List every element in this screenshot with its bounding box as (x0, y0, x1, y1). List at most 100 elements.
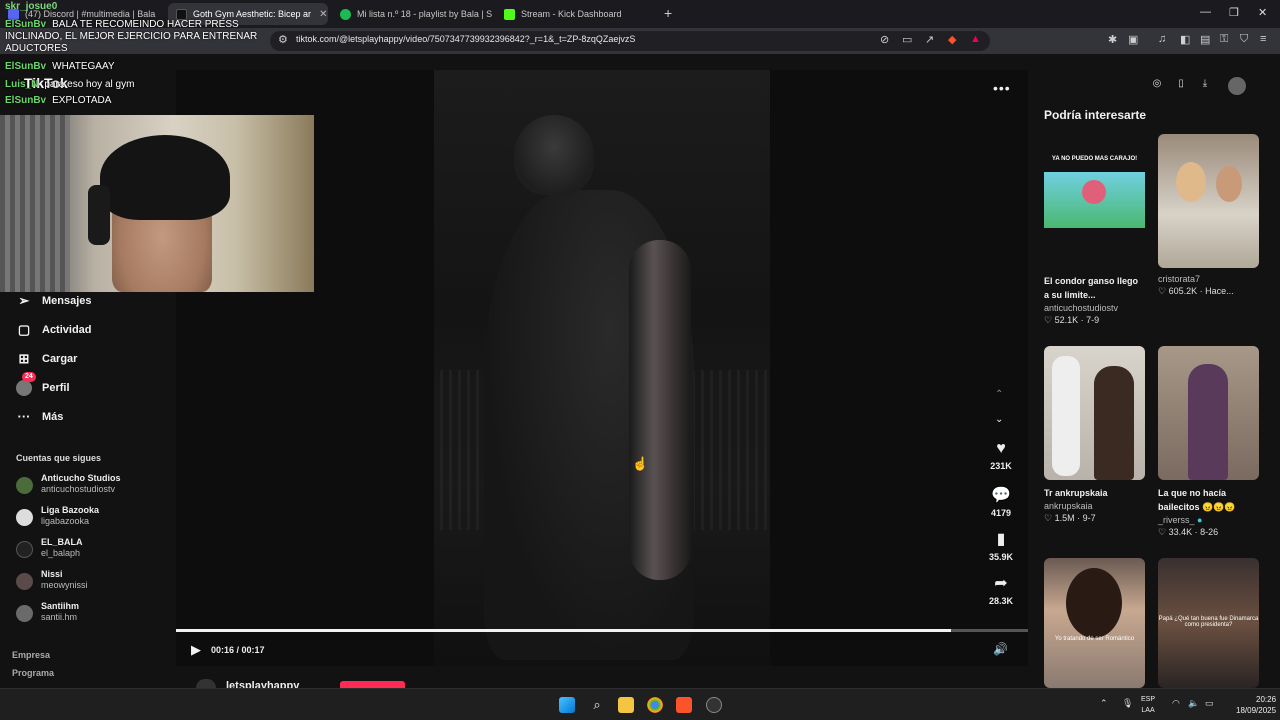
tab-spotify[interactable]: Mi lista n.º 18 - playlist by Bala | Spo… (332, 3, 492, 25)
language-code: ESP (1141, 696, 1156, 703)
nav-label: Actividad (42, 324, 92, 336)
chevron-up-tray-icon[interactable]: ⌃ (1100, 698, 1108, 709)
thumbnail (1158, 134, 1259, 268)
footer-link-programa[interactable]: Programa (12, 668, 54, 678)
maximize-button[interactable]: ❐ (1229, 6, 1239, 19)
avatar (16, 541, 33, 558)
tab-label: Stream - Kick Dashboard (521, 9, 622, 19)
nav-upload[interactable]: ⊞ Cargar (16, 348, 78, 370)
wallet-icon[interactable]: ▤ (1200, 33, 1210, 46)
close-tab-icon[interactable]: ✕ (319, 9, 327, 20)
obs-icon[interactable] (706, 697, 722, 713)
curtain-image (0, 115, 70, 292)
coins-icon[interactable]: ◎ (1150, 78, 1164, 89)
chat-user: ElSunBv (5, 95, 47, 106)
person-image (1094, 366, 1134, 480)
user-avatar[interactable] (1228, 77, 1246, 95)
suggestion-card[interactable]: Yo tratando de ser Romántico (1044, 558, 1145, 688)
share-icon[interactable]: ↗ (925, 33, 934, 46)
like-button[interactable]: ♥ 231K (980, 440, 1022, 471)
suggestion-card[interactable]: YA NO PUEDO MAS CARAJO! El condor ganso … (1044, 134, 1145, 326)
battery-icon[interactable]: ▭ (1205, 698, 1214, 709)
menu-icon[interactable]: ≡ (1260, 33, 1266, 45)
tab-kick[interactable]: Stream - Kick Dashboard (496, 3, 656, 25)
tab-label: Mi lista n.º 18 - playlist by Bala | Spo… (357, 9, 492, 19)
card-user: anticuchostudiostv (1044, 303, 1119, 313)
avatar (16, 573, 33, 590)
suggestion-card[interactable]: Tr ankrupskaia ankrupskaia ♡ 1.5M · 9-7 (1044, 346, 1145, 524)
robot-image (1052, 356, 1080, 476)
streamer-hair (100, 135, 230, 220)
comment-count: 4179 (990, 508, 1012, 518)
chat-text: EXPLOTADA (52, 95, 112, 106)
inbox-icon: ▢ (17, 322, 31, 337)
cast-icon[interactable]: ▭ (902, 33, 912, 46)
brave-icon[interactable] (676, 697, 692, 713)
person-image (1188, 364, 1228, 480)
save-button[interactable]: ▮ 35.9K (980, 529, 1022, 562)
layout-code: LAA (1141, 707, 1155, 714)
suggestion-card[interactable]: Papá ¿Qué tan buena fue Dinamarca como p… (1158, 558, 1259, 688)
video-player[interactable] (434, 70, 770, 666)
wifi-icon[interactable]: ◠ (1172, 698, 1180, 709)
nav-activity[interactable]: ▢ Actividad (16, 319, 92, 341)
screen: (47) Discord | #multimedia | Bala Goth G… (0, 0, 1280, 720)
url-text[interactable]: tiktok.com/@letsplayhappy/video/75073477… (296, 34, 635, 44)
following-user: meowynissi (41, 580, 88, 590)
nav-more[interactable]: ··· Más (16, 406, 64, 428)
thumbnail-caption: Papá ¿Qué tan buena fue Dinamarca como p… (1158, 616, 1259, 628)
avatar (16, 477, 33, 494)
send-icon: ➢ (18, 293, 30, 308)
tiktok-icon (176, 8, 187, 20)
follow-button[interactable] (340, 681, 405, 688)
rewards-icon[interactable]: ▲ (970, 33, 981, 45)
language-indicator[interactable]: ESP LAA (1141, 694, 1155, 716)
chevron-down-icon[interactable]: ⌄ (995, 414, 1003, 425)
nav-messages[interactable]: ➢ Mensajes (16, 290, 92, 312)
close-window-button[interactable]: ✕ (1258, 6, 1267, 19)
video-progress-bar[interactable] (176, 629, 1028, 632)
play-icon[interactable]: ▶ (191, 642, 201, 658)
clock-time: 20:26 (1256, 695, 1277, 704)
suggestion-card[interactable]: La que no hacía bailecitos 😠😠😠 _riverss_… (1158, 346, 1259, 538)
device-icon[interactable]: ▯ (1174, 78, 1188, 89)
upload-icon: ⊞ (18, 351, 30, 366)
following-user: ligabazooka (41, 516, 90, 526)
vpn-icon[interactable]: ⚿ (1220, 33, 1228, 46)
activity-badge: 24 (22, 372, 36, 382)
minimize-button[interactable]: — (1200, 6, 1211, 18)
thumbnail-caption: YA NO PUEDO MAS CARAJO! (1051, 156, 1138, 162)
music-icon[interactable]: ♫ (1158, 33, 1166, 45)
new-tab-button[interactable]: + (664, 5, 672, 21)
volume-tray-icon[interactable]: 🔈 (1188, 698, 1199, 709)
search-icon[interactable]: ⌕ (589, 697, 605, 713)
tracking-icon[interactable]: ⊘ (880, 33, 889, 46)
brave-vpn-icon[interactable]: ⛉ (1240, 33, 1248, 46)
person-arm (629, 240, 691, 580)
chevron-up-icon[interactable]: ⌃ (995, 389, 1003, 400)
comment-button[interactable]: 💬 4179 (980, 485, 1022, 518)
extensions-icon[interactable]: ✱ (1108, 33, 1117, 46)
card-title: La que no hacía bailecitos 😠😠😠 (1158, 488, 1236, 512)
sidebar-icon[interactable]: ▣ (1128, 33, 1138, 46)
share-button[interactable]: ➦ 28.3K (980, 573, 1022, 606)
thumbnail: Yo tratando de ser Romántico (1044, 558, 1145, 688)
clock[interactable]: 20:26 18/09/2025 (1236, 694, 1276, 716)
kick-icon (504, 8, 515, 20)
chrome-icon[interactable] (647, 697, 663, 713)
suggestion-card[interactable]: cristorata7 ♡ 605.2K · Hace... (1158, 134, 1259, 297)
brave-shield-icon[interactable]: ◆ (948, 33, 956, 46)
card-title: Tr ankrupskaia (1044, 488, 1108, 498)
file-explorer-icon[interactable] (618, 697, 634, 713)
footer-link-empresa[interactable]: Empresa (12, 650, 50, 660)
more-options-icon[interactable]: ••• (993, 80, 1011, 96)
windows-start-icon[interactable] (559, 697, 575, 713)
microphone-icon[interactable]: 🎙 (1122, 698, 1133, 709)
creator-avatar[interactable] (196, 679, 216, 688)
volume-icon[interactable]: 🔊 (993, 642, 1008, 656)
thumbnail-caption: Yo tratando de ser Romántico (1054, 636, 1135, 642)
reading-icon[interactable]: ◧ (1180, 33, 1190, 46)
download-icon[interactable]: ⤓ (1198, 78, 1212, 89)
share-count: 28.3K (988, 596, 1014, 606)
webcam-overlay (0, 115, 314, 292)
